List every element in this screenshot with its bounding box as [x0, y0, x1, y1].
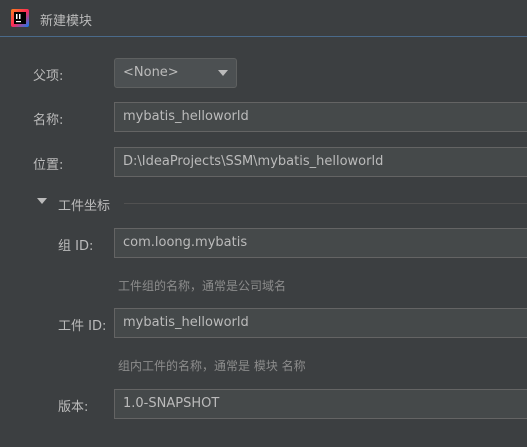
artifact-id-label: 工件 ID: [58, 319, 107, 334]
version-label: 版本: [58, 400, 89, 415]
parent-label: 父项: [33, 69, 64, 84]
artifact-section-title[interactable]: 工件坐标 [58, 195, 110, 214]
version-input[interactable]: 1.0-SNAPSHOT [114, 389, 527, 419]
section-divider [124, 203, 527, 204]
parent-dropdown[interactable]: <None> [114, 58, 237, 88]
intellij-idea-icon [11, 9, 29, 27]
artifact-id-hint: 组内工件的名称，通常是 模块 名称 [118, 359, 306, 373]
name-label: 名称: [33, 113, 64, 128]
artifact-id-input[interactable]: mybatis_helloworld [114, 308, 527, 338]
chevron-down-icon [218, 70, 228, 76]
parent-dropdown-value: <None> [123, 65, 179, 80]
group-id-hint: 工件组的名称，通常是公司域名 [118, 279, 287, 293]
location-input[interactable]: D:\IdeaProjects\SSM\mybatis_helloworld [114, 147, 527, 177]
location-label: 位置: [33, 158, 64, 173]
group-id-label: 组 ID: [58, 239, 94, 254]
dialog-title: 新建模块 [40, 14, 93, 29]
triangle-down-icon[interactable] [37, 198, 47, 204]
name-input[interactable]: mybatis_helloworld [114, 102, 527, 132]
group-id-input[interactable]: com.loong.mybatis [114, 228, 527, 258]
dialog-titlebar: 新建模块 [0, 0, 527, 37]
